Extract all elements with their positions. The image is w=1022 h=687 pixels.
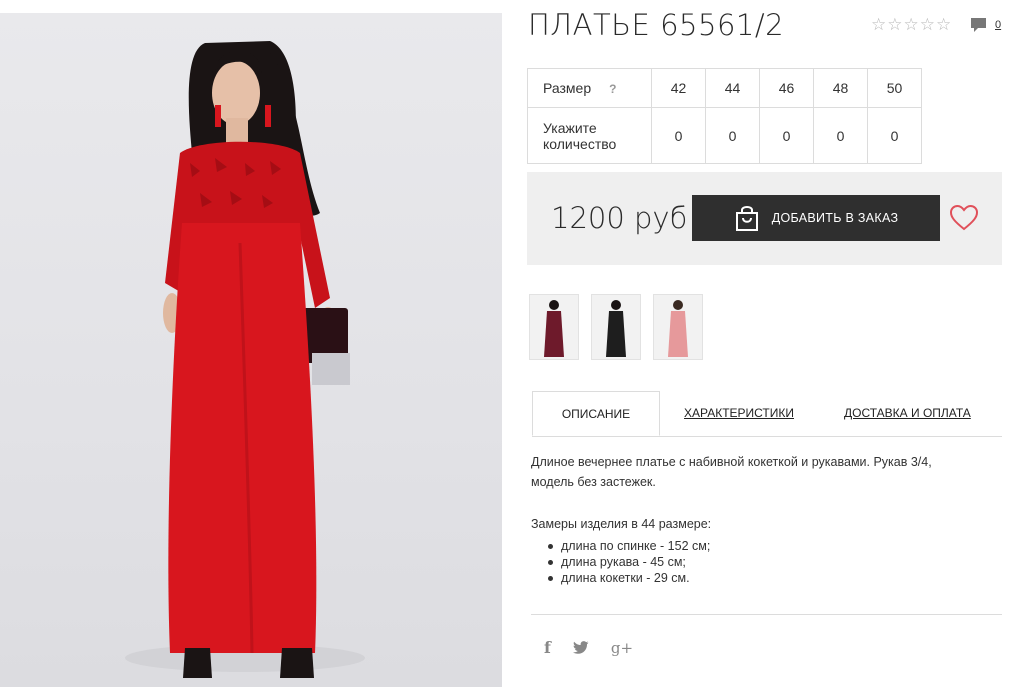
quantity-input-46[interactable]: 0 (759, 107, 814, 164)
quantity-header-cell: Укажите количество (527, 107, 652, 164)
divider (531, 614, 1002, 615)
measure-item: длина по спинке - 152 см; (548, 538, 710, 554)
product-tabs: ОПИСАНИЕ ХАРАКТЕРИСТИКИ ДОСТАВКА И ОПЛАТ… (532, 391, 1002, 437)
measure-item: длина рукава - 45 см; (548, 554, 710, 570)
tab-description[interactable]: ОПИСАНИЕ (532, 391, 660, 436)
quantity-input-48[interactable]: 0 (813, 107, 868, 164)
thumbnail-image (544, 300, 564, 357)
favorite-heart-icon[interactable] (950, 205, 978, 231)
comments-link[interactable]: 0 (970, 17, 1001, 34)
quantity-label-line2: количество (543, 135, 617, 152)
model-in-red-dress-image (125, 41, 365, 678)
measures-list: длина по спинке - 152 см; длина рукава -… (548, 538, 710, 586)
price: 1200 руб (551, 201, 688, 235)
thumbnail-pink-dress[interactable] (653, 294, 703, 360)
facebook-icon[interactable]: f (544, 639, 551, 657)
product-main-photo[interactable] (0, 13, 502, 687)
quantity-input-50[interactable]: 0 (867, 107, 922, 164)
star-icon[interactable]: ☆ (904, 16, 919, 33)
comments-count[interactable]: 0 (995, 17, 1001, 33)
add-to-order-label: ДОБАВИТЬ В ЗАКАЗ (771, 211, 899, 225)
tab-characteristics[interactable]: ХАРАКТЕРИСТИКИ (684, 391, 794, 436)
description-line: модель без застежек. (531, 474, 656, 489)
thumbnail-black-dress[interactable] (591, 294, 641, 360)
quantity-label-line1: Укажите (543, 119, 597, 136)
size-value: 46 (759, 68, 814, 108)
measure-item: длина кокетки - 29 см. (548, 570, 710, 586)
quantity-input-42[interactable]: 0 (651, 107, 706, 164)
google-plus-icon[interactable]: g+ (611, 639, 633, 657)
product-title: ПЛАТЬЕ 65561/2 (528, 8, 785, 42)
thumbnail-burgundy-dress[interactable] (529, 294, 579, 360)
description-line: Длиное вечернее платье с набивной кокетк… (531, 455, 932, 469)
size-header-label: Размер (543, 80, 592, 96)
price-box: 1200 руб ДОБАВИТЬ В ЗАКАЗ (527, 172, 1002, 265)
comment-bubble-icon (971, 18, 986, 32)
size-table: Размер? 42 44 46 48 50 Укажите количеств… (527, 68, 922, 164)
star-icon[interactable]: ☆ (887, 16, 902, 33)
size-help-icon[interactable]: ? (609, 82, 616, 96)
add-to-order-button[interactable]: ДОБАВИТЬ В ЗАКАЗ (692, 195, 940, 241)
star-icon[interactable]: ☆ (936, 16, 951, 33)
thumbnail-image (606, 300, 626, 357)
color-thumbnails (529, 294, 703, 360)
shopping-bag-icon (735, 206, 758, 231)
star-icon[interactable]: ☆ (920, 16, 935, 33)
rating-stars[interactable]: ☆ ☆ ☆ ☆ ☆ (871, 16, 951, 33)
size-value: 44 (705, 68, 760, 108)
thumbnail-image (668, 300, 688, 357)
twitter-icon[interactable] (572, 641, 589, 655)
size-value: 48 (813, 68, 868, 108)
size-value: 50 (867, 68, 922, 108)
star-icon[interactable]: ☆ (871, 16, 886, 33)
tab-delivery-payment[interactable]: ДОСТАВКА И ОПЛАТА (844, 391, 971, 436)
quantity-input-44[interactable]: 0 (705, 107, 760, 164)
description-text: Длиное вечернее платье с набивной кокетк… (531, 453, 981, 492)
size-header-cell: Размер? (527, 68, 652, 108)
size-value: 42 (651, 68, 706, 108)
measures-title: Замеры изделия в 44 размере: (531, 517, 712, 531)
social-share: f g+ (544, 639, 633, 658)
